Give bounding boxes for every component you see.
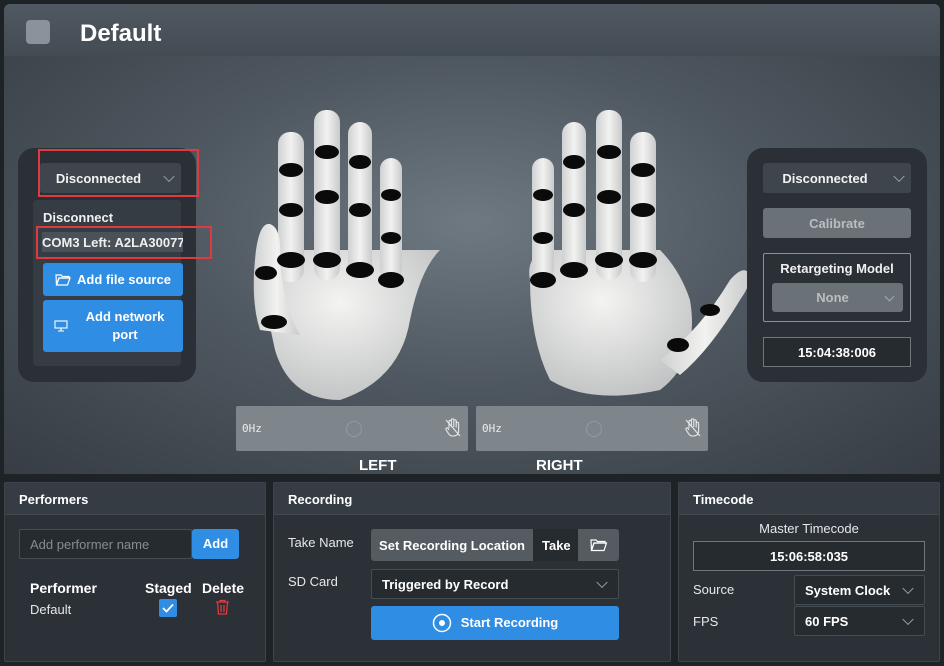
chevron-down-icon (893, 170, 905, 183)
hands-viewport (253, 110, 750, 400)
annotation-highlight-port (36, 226, 212, 259)
right-hand-label: RIGHT (536, 457, 583, 474)
menu-square-icon[interactable] (26, 20, 50, 44)
record-icon (432, 613, 451, 633)
chevron-down-icon (596, 576, 608, 589)
checkmark-icon (162, 603, 174, 613)
staged-column-header: Staged (145, 580, 192, 596)
hand-gesture-icon (685, 418, 701, 437)
performer-column-header: Performer (30, 580, 97, 596)
annotation-highlight-status (38, 149, 199, 197)
hand-gesture-icon (445, 418, 461, 437)
start-recording-button[interactable]: Start Recording (371, 606, 619, 640)
fps-label: FPS (693, 614, 719, 629)
timecode-source-select[interactable]: System Clock (794, 575, 925, 605)
master-timecode-value: 15:06:58:035 (693, 541, 925, 571)
calibrate-button[interactable]: Calibrate (763, 208, 911, 238)
delete-column-header: Delete (202, 580, 245, 596)
right-rate-box: 0Hz (476, 406, 708, 451)
right-device-status-dropdown[interactable]: Disconnected (763, 163, 911, 193)
performers-panel: Performers (4, 482, 266, 662)
page-title: Default (80, 20, 162, 47)
take-name-input[interactable]: Take (533, 529, 578, 561)
folder-open-icon (55, 273, 71, 286)
trash-icon[interactable] (215, 599, 230, 615)
right-device-timecode: 15:04:38:006 (763, 337, 911, 367)
sd-card-select[interactable]: Triggered by Record (371, 569, 619, 599)
left-hand-label: LEFT (359, 457, 397, 474)
chevron-down-icon (902, 613, 914, 626)
left-rate-value: 0Hz (242, 422, 262, 435)
chevron-down-icon (902, 582, 914, 595)
folder-open-icon (589, 539, 607, 552)
add-network-port-button[interactable]: Add network port (43, 300, 183, 352)
performer-name: Default (30, 602, 72, 617)
right-hand-model (529, 110, 750, 396)
fps-select[interactable]: 60 FPS (794, 606, 925, 636)
right-rate-value: 0Hz (482, 422, 502, 435)
right-status-ring (586, 421, 602, 437)
recording-header: Recording (274, 483, 670, 515)
retargeting-model-title: Retargeting Model (780, 261, 894, 276)
retargeting-model-select[interactable]: None (772, 283, 903, 312)
performer-name-input[interactable]: Add performer name (19, 529, 192, 559)
disconnect-menu-item[interactable]: Disconnect (43, 210, 113, 225)
set-recording-location-button[interactable]: Set Recording Location (371, 529, 533, 561)
add-file-source-button[interactable]: Add file source (43, 263, 183, 296)
source-label: Source (693, 582, 735, 597)
master-timecode-label: Master Timecode (759, 521, 859, 536)
staged-checkbox[interactable] (159, 599, 177, 617)
left-hand-model (253, 110, 440, 400)
performers-header: Performers (5, 483, 265, 515)
title-bar: Default (4, 4, 940, 56)
left-rate-box: 0Hz (236, 406, 468, 451)
add-performer-button[interactable]: Add (192, 529, 239, 559)
left-status-ring (346, 421, 362, 437)
timecode-header: Timecode (679, 483, 939, 515)
network-icon (54, 320, 68, 332)
take-name-label: Take Name (288, 535, 354, 550)
chevron-down-icon (884, 291, 895, 302)
sd-card-label: SD Card (288, 574, 338, 589)
browse-folder-button[interactable] (578, 529, 619, 561)
